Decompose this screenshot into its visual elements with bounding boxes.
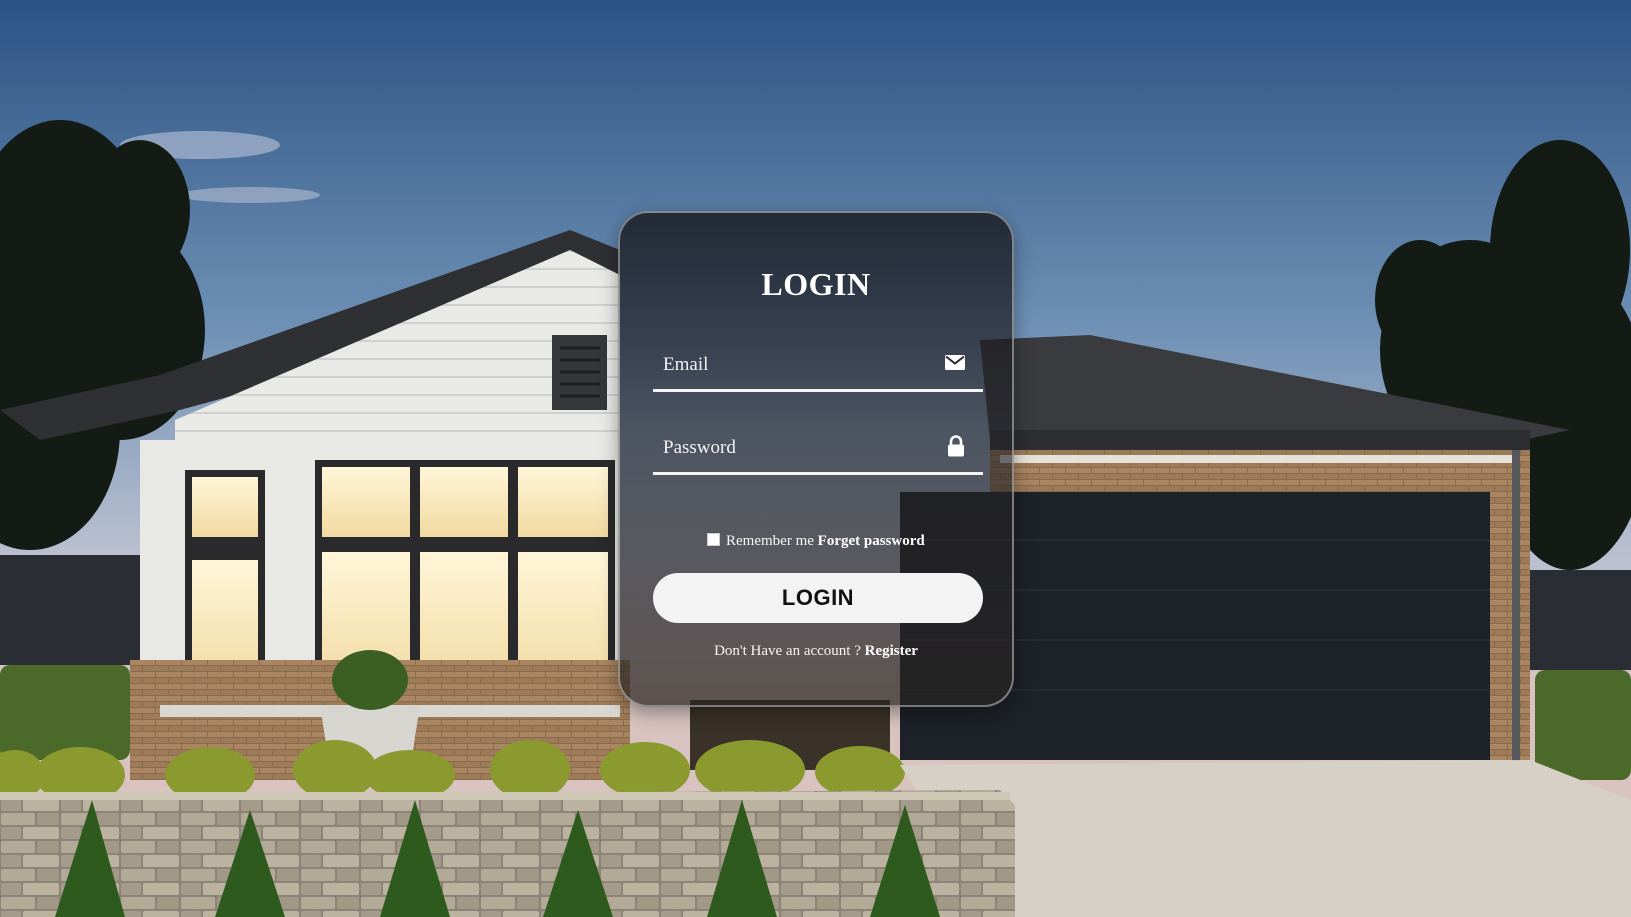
forget-password-link[interactable]: Forget password bbox=[818, 533, 925, 549]
remember-me-label: Remember me bbox=[726, 533, 814, 549]
register-prompt: Don't Have an account ? bbox=[714, 643, 861, 659]
lock-icon bbox=[947, 435, 965, 462]
register-row: Don't Have an account ? Register bbox=[620, 643, 1012, 660]
envelope-icon bbox=[945, 355, 965, 375]
login-title: LOGIN bbox=[761, 266, 871, 302]
remember-me-checkbox[interactable] bbox=[707, 533, 721, 546]
register-link[interactable]: Register bbox=[865, 643, 918, 659]
login-button[interactable]: LOGIN bbox=[653, 573, 983, 623]
remember-row: Remember me Forget password bbox=[620, 533, 1012, 550]
password-input[interactable] bbox=[653, 426, 933, 470]
password-field-container bbox=[653, 426, 983, 475]
login-card: LOGIN Remember me Forget password LOGIN … bbox=[618, 211, 1014, 707]
email-input[interactable] bbox=[653, 343, 933, 387]
email-field-container bbox=[653, 343, 983, 392]
